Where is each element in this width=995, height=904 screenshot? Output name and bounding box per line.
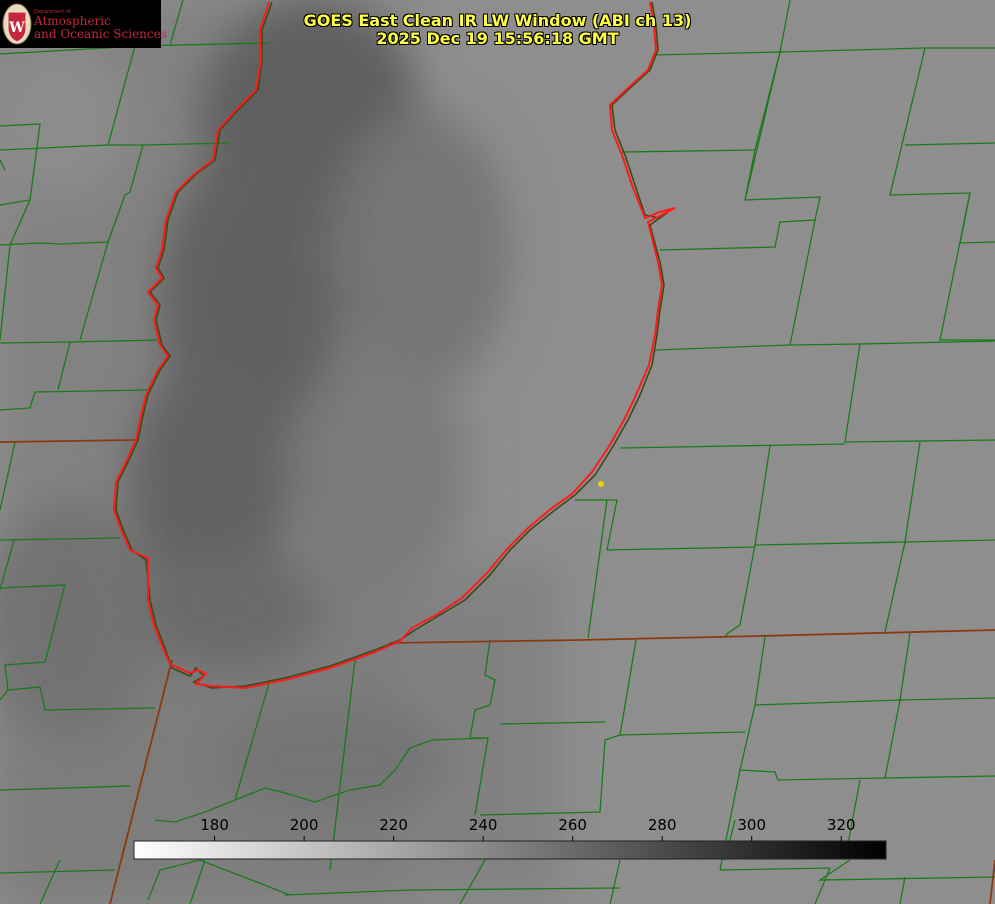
title-product: GOES East Clean IR LW Window (ABI ch 13): [303, 11, 692, 30]
colorbar-tick-label: 260: [558, 816, 587, 834]
colorbar-tick-label: 300: [737, 816, 766, 834]
colorbar-tick-label: 220: [379, 816, 408, 834]
station-marker: [598, 481, 604, 487]
colorbar-tick-label: 280: [648, 816, 677, 834]
colorbar-tick-label: 320: [827, 816, 856, 834]
colorbar-tick-label: 240: [469, 816, 498, 834]
satellite-image: 180 200 220 240 260 280 300 320: [0, 0, 995, 904]
colorbar-gradient: [133, 840, 887, 860]
satellite-map-viewer: 180 200 220 240 260 280 300 320 W Department of…: [0, 0, 995, 904]
image-title: GOES East Clean IR LW Window (ABI ch 13)…: [0, 12, 995, 48]
colorbar-tick-label: 180: [200, 816, 229, 834]
colorbar-tick-label: 200: [290, 816, 319, 834]
title-timestamp: 2025 Dec 19 15:56:18 GMT: [376, 29, 619, 48]
